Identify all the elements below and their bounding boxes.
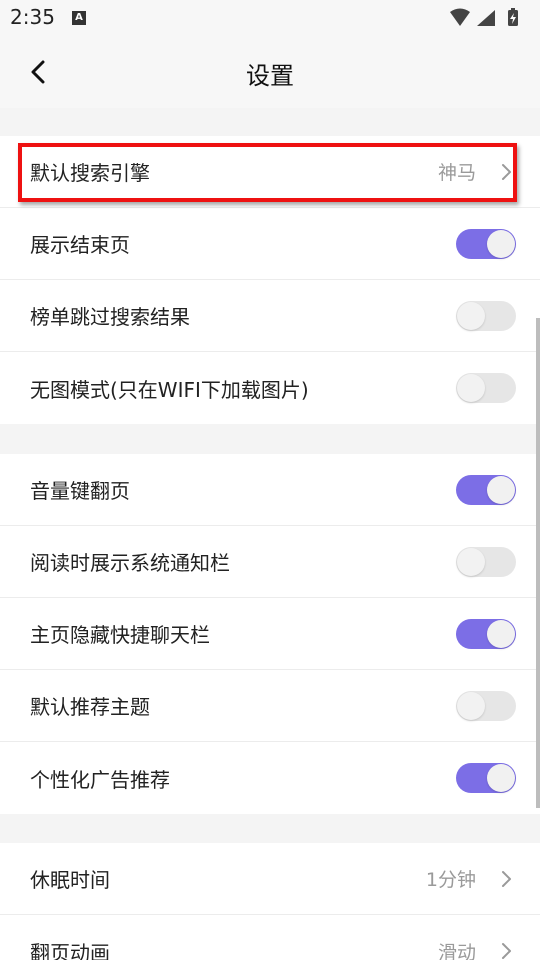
settings-group-general: 默认搜索引擎 神马 展示结束页 榜单跳过搜索结果 无图模式(只在WIFI下加载图… <box>0 136 540 424</box>
setting-hide-quick-chat: 主页隐藏快捷聊天栏 <box>0 598 540 670</box>
toggle-hide-quick-chat[interactable] <box>456 618 516 649</box>
setting-show-end-page: 展示结束页 <box>0 208 540 280</box>
setting-ranking-skip-search: 榜单跳过搜索结果 <box>0 280 540 352</box>
toggle-personalized-ads[interactable] <box>456 763 516 793</box>
setting-label: 休眠时间 <box>30 868 110 892</box>
setting-label: 音量键翻页 <box>30 479 130 503</box>
setting-value: 神马 <box>437 162 476 184</box>
settings-group-reading: 音量键翻页 阅读时展示系统通知栏 主页隐藏快捷聊天栏 默认推荐主题 个性化广告推… <box>0 454 540 814</box>
setting-label: 翻页动画 <box>30 940 110 960</box>
wifi-icon <box>450 8 470 26</box>
setting-label: 阅读时展示系统通知栏 <box>30 551 230 575</box>
chevron-right-icon <box>502 943 511 959</box>
setting-no-image-mode: 无图模式(只在WIFI下加载图片) <box>0 352 540 424</box>
status-time: 2:35 <box>10 5 55 29</box>
toggle-show-notification-bar[interactable] <box>456 546 516 577</box>
setting-value: 1分钟 <box>425 869 476 891</box>
setting-default-search-engine[interactable]: 默认搜索引擎 神马 <box>0 136 540 208</box>
scrollbar[interactable] <box>536 318 540 808</box>
setting-label: 默认搜索引擎 <box>30 161 150 185</box>
toggle-volume-key-page[interactable] <box>456 474 516 505</box>
setting-default-recommend-theme: 默认推荐主题 <box>0 670 540 742</box>
settings-group-misc: 休眠时间 1分钟 翻页动画 滑动 <box>0 843 540 960</box>
setting-value: 滑动 <box>437 941 476 960</box>
setting-volume-key-page: 音量键翻页 <box>0 454 540 526</box>
setting-show-notification-bar: 阅读时展示系统通知栏 <box>0 526 540 598</box>
signal-icon <box>477 10 495 26</box>
setting-label: 主页隐藏快捷聊天栏 <box>30 623 210 647</box>
notification-icon: A <box>72 11 86 25</box>
toggle-default-recommend-theme[interactable] <box>456 690 516 721</box>
setting-label: 展示结束页 <box>30 233 130 257</box>
setting-page-turn-animation[interactable]: 翻页动画 滑动 <box>0 915 540 960</box>
chevron-right-icon <box>502 870 511 887</box>
setting-label: 无图模式(只在WIFI下加载图片) <box>30 377 309 402</box>
setting-label: 榜单跳过搜索结果 <box>30 305 190 329</box>
setting-sleep-time[interactable]: 休眠时间 1分钟 <box>0 843 540 915</box>
page-title: 设置 <box>246 62 294 90</box>
setting-personalized-ads: 个性化广告推荐 <box>0 742 540 814</box>
toggle-show-end-page[interactable] <box>456 228 516 259</box>
toggle-no-image-mode[interactable] <box>456 373 516 403</box>
chevron-right-icon <box>502 163 511 180</box>
battery-charging-icon <box>508 8 518 26</box>
status-icons <box>450 8 530 28</box>
setting-label: 个性化广告推荐 <box>30 767 170 792</box>
setting-label: 默认推荐主题 <box>30 695 150 719</box>
title-bar: 设置 <box>0 36 540 108</box>
status-bar: 2:35 A <box>0 0 540 36</box>
toggle-ranking-skip-search[interactable] <box>456 300 516 331</box>
